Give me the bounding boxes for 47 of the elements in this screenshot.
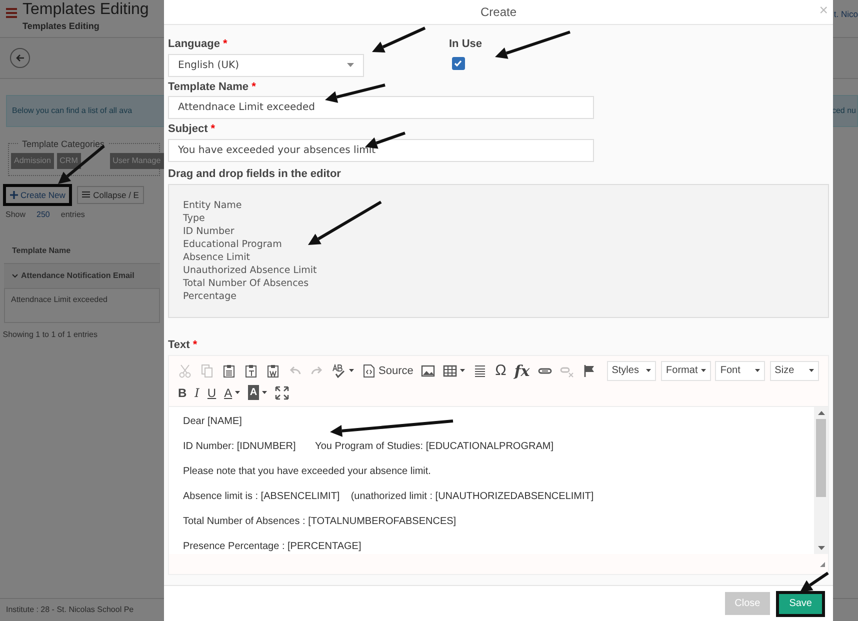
collapse-button[interactable]: Collapse / E xyxy=(77,186,144,204)
underline-button[interactable]: U xyxy=(204,382,220,403)
field-label: Template Name * xyxy=(168,80,256,94)
info-text: Below you can find a list of all ava xyxy=(12,104,132,116)
editor-paragraph: ID Number: [IDNUMBER] You Program of Studies: [EDUCATIONALPROGRAM] xyxy=(183,440,554,453)
format-dropdown[interactable]: Styles xyxy=(606,360,656,381)
source-button[interactable]: Source xyxy=(358,360,416,381)
section-label: Drag and drop fields in the editor xyxy=(168,167,341,182)
field-label: Language * xyxy=(168,37,228,51)
page-size-select[interactable]: 250 xyxy=(36,209,50,221)
editor-paragraph: Presence Percentage : [PERCENTAGE] xyxy=(183,540,362,553)
format-dropdown[interactable]: Format xyxy=(661,360,711,381)
field-label: In Use xyxy=(449,37,482,51)
fieldset-legend: Template Categories xyxy=(19,138,108,151)
format-dropdown[interactable]: Font xyxy=(715,360,765,381)
editor-paragraph: Absence limit is : [ABSENCELIMIT] (unathorized limit : [UNAUTHORIZEDABSENCELIMIT] xyxy=(183,490,595,503)
italic-button[interactable]: I xyxy=(192,382,202,403)
field-label: Text * xyxy=(168,338,198,352)
draggable-field[interactable]: Total Number Of Absences xyxy=(183,277,814,290)
draggable-field[interactable]: Absence Limit xyxy=(183,251,814,264)
institute-link[interactable]: t. Nico xyxy=(834,8,858,21)
draggable-field[interactable]: Educational Program xyxy=(183,238,814,251)
page-title: Templates Editing xyxy=(22,0,149,20)
editor-paragraph: Total Number of Absences : [TOTALNUMBEROFABSENCES] xyxy=(183,514,458,528)
table-cell: Attendnace Limit exceeded xyxy=(4,288,160,323)
draggable-field[interactable]: Unauthorized Absence Limit xyxy=(183,264,814,277)
bold-button[interactable]: B xyxy=(175,382,190,403)
entries-label: entries xyxy=(60,209,85,221)
draggable-field[interactable]: Entity Name xyxy=(183,199,814,212)
draggable-field[interactable]: Percentage xyxy=(183,290,814,303)
create-new-button[interactable]: Create New xyxy=(2,184,72,206)
text-color-button[interactable]: A xyxy=(221,382,243,403)
template-name-field[interactable]: Attendnace Limit exceeded xyxy=(168,96,594,120)
editor-paragraph: Dear [NAME] xyxy=(183,414,243,428)
dialog-title: Create xyxy=(480,4,517,21)
background-color-button[interactable]: A xyxy=(244,382,270,403)
field-label: Subject * xyxy=(168,122,216,136)
language-select[interactable]: English (UK) xyxy=(168,54,364,77)
format-dropdown[interactable]: Size xyxy=(770,360,820,381)
editor-paragraph: Please note that you have exceeded your absence limit. xyxy=(183,464,432,478)
table-info: Showing 1 to 1 of 1 entries xyxy=(2,328,98,340)
draggable-field[interactable]: ID Number xyxy=(183,225,814,238)
draggable-field[interactable]: Type xyxy=(183,212,814,225)
page-subtitle: Templates Editing xyxy=(22,20,100,33)
toolbar-button[interactable]: Ω xyxy=(492,360,510,381)
show-label: Show xyxy=(6,209,26,221)
toolbar-button[interactable]: fx xyxy=(511,360,533,381)
